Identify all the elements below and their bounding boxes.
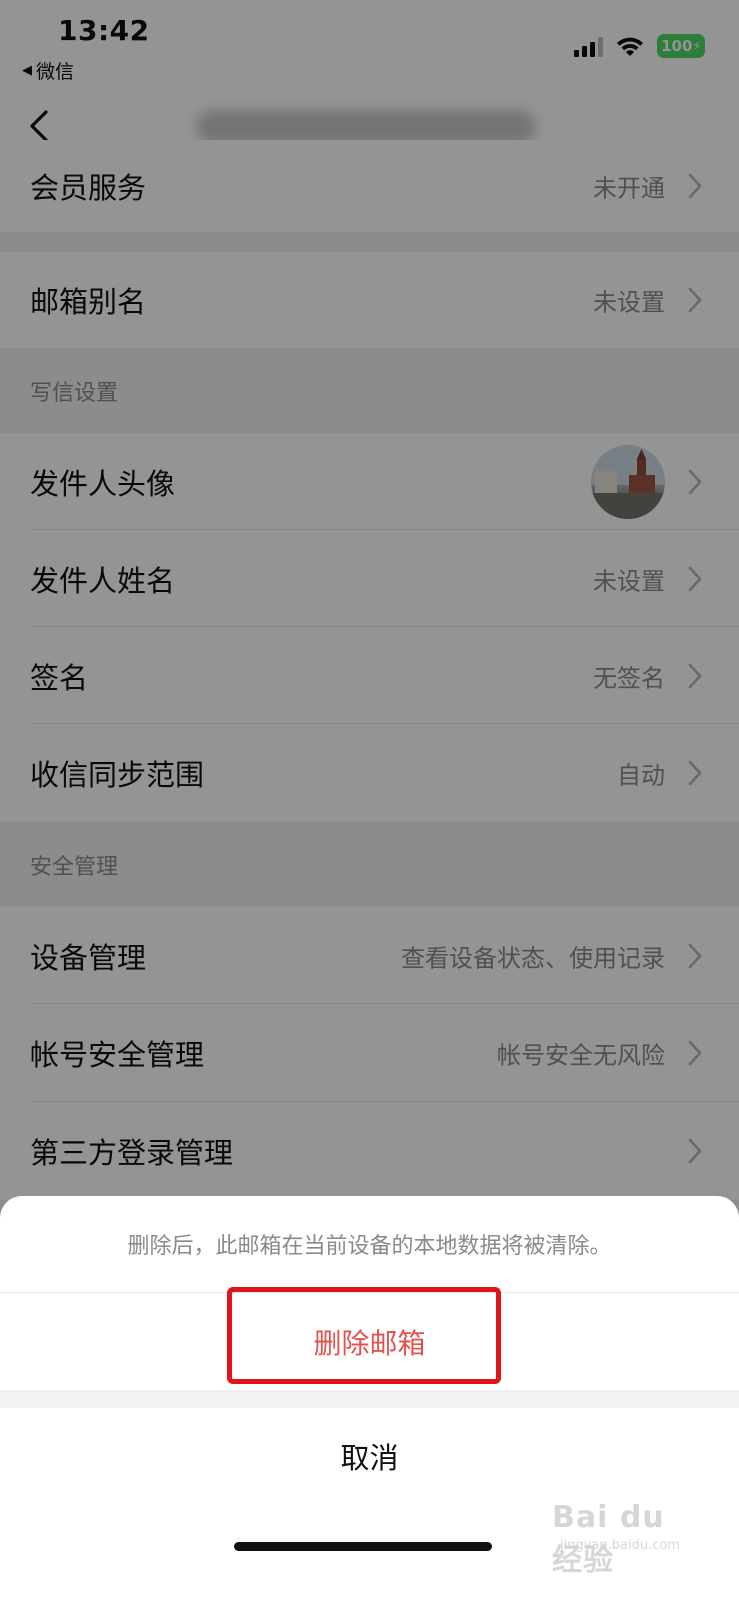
settings-screen: 13:42 ◀ 微信 100 ⚡ 会员服务 未开通 邮箱别名 未设置 写信设置 …: [0, 0, 739, 1600]
action-sheet-message: 删除后，此邮箱在当前设备的本地数据将被清除。: [127, 1234, 612, 1259]
watermark-sub: jingyan.baidu.com: [560, 1538, 680, 1553]
home-indicator[interactable]: [234, 1542, 492, 1551]
sheet-gap: [0, 1390, 739, 1408]
cancel-button[interactable]: 取消: [0, 1408, 739, 1504]
baidu-jingyan-watermark: Bai du 经验 jingyan.baidu.com: [552, 1500, 702, 1578]
annotation-highlight-box: [227, 1287, 501, 1384]
